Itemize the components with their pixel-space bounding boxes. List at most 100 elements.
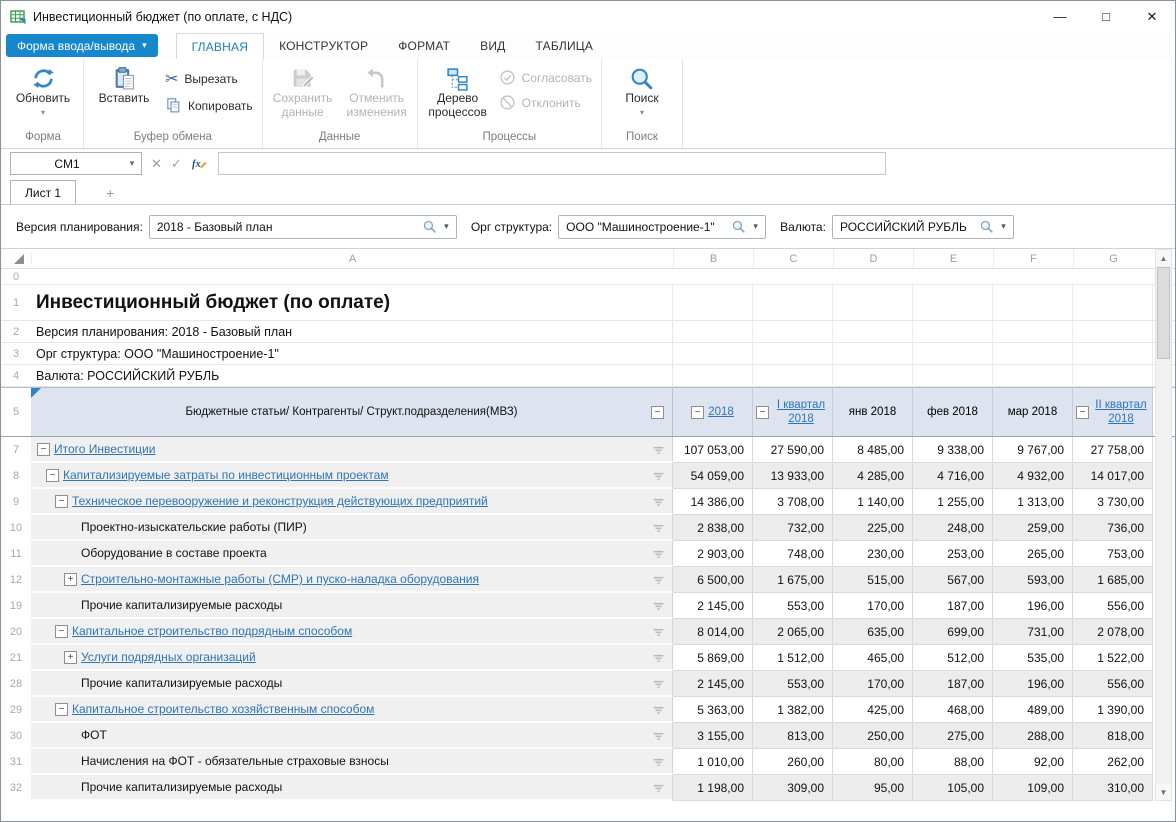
column-header-cell[interactable]: −I квартал 2018	[753, 388, 833, 436]
table-header-cell[interactable]: Бюджетные статьи/ Контрагенты/ Структ.по…	[31, 388, 673, 436]
value-cell[interactable]: 196,00	[993, 593, 1073, 619]
empty-cell[interactable]	[993, 285, 1073, 320]
info-cell[interactable]: Версия планирования: 2018 - Базовый план	[31, 321, 673, 342]
value-cell[interactable]: 8 014,00	[673, 619, 753, 645]
row-number[interactable]: 9	[1, 489, 31, 515]
value-cell[interactable]: 1 382,00	[753, 697, 833, 723]
value-cell[interactable]: 187,00	[913, 671, 993, 697]
row-number[interactable]: 28	[1, 671, 31, 697]
column-header-cell[interactable]: −2018	[673, 388, 753, 436]
filter-icon[interactable]	[652, 652, 665, 668]
vertical-scroll-track[interactable]	[1156, 360, 1171, 784]
collapse-toggle[interactable]: −	[691, 406, 704, 419]
value-cell[interactable]: 3 730,00	[1073, 489, 1153, 515]
paste-button[interactable]: Вставить	[87, 59, 161, 131]
value-cell[interactable]: 27 758,00	[1073, 437, 1153, 463]
value-cell[interactable]: 2 065,00	[753, 619, 833, 645]
period-link[interactable]: II квартал 2018	[1093, 398, 1149, 427]
empty-cell[interactable]	[753, 285, 833, 320]
value-cell[interactable]: 635,00	[833, 619, 913, 645]
value-cell[interactable]: 8 485,00	[833, 437, 913, 463]
form-io-button[interactable]: Форма ввода/вывода ▾	[6, 34, 158, 57]
value-cell[interactable]: 4 716,00	[913, 463, 993, 489]
empty-cell[interactable]	[913, 343, 993, 364]
value-cell[interactable]: 250,00	[833, 723, 913, 749]
process-tree-button[interactable]: Дерево процессов	[421, 59, 495, 131]
planning-version-combo[interactable]: 2018 - Базовый план▾	[149, 215, 457, 239]
empty-cell[interactable]	[833, 285, 913, 320]
row-label-link[interactable]: Итого Инвестиции	[54, 442, 155, 456]
empty-cell[interactable]	[673, 343, 753, 364]
empty-cell[interactable]	[753, 365, 833, 386]
value-cell[interactable]: 1 685,00	[1073, 567, 1153, 593]
empty-cell[interactable]	[1073, 321, 1153, 342]
row-number[interactable]: 30	[1, 723, 31, 749]
row-number[interactable]: 10	[1, 515, 31, 541]
value-cell[interactable]: 80,00	[833, 749, 913, 775]
period-link[interactable]: I квартал 2018	[773, 398, 829, 427]
collapse-toggle[interactable]: −	[1076, 406, 1089, 419]
value-cell[interactable]: 1 313,00	[993, 489, 1073, 515]
filter-icon[interactable]	[652, 548, 665, 564]
column-letter[interactable]: E	[913, 249, 993, 268]
row-number[interactable]: 21	[1, 645, 31, 671]
value-cell[interactable]: 95,00	[833, 775, 913, 801]
row-label-cell[interactable]: Прочие капитализируемые расходы	[31, 593, 673, 619]
row-number[interactable]: 11	[1, 541, 31, 567]
filter-icon[interactable]	[652, 704, 665, 720]
row-label-link[interactable]: Строительно-монтажные работы (СМР) и пус…	[81, 572, 479, 586]
select-all-corner[interactable]	[1, 249, 31, 268]
copy-button[interactable]: Копировать	[165, 97, 253, 114]
value-cell[interactable]: 310,00	[1073, 775, 1153, 801]
filter-icon[interactable]	[652, 574, 665, 590]
row-number[interactable]: 8	[1, 463, 31, 489]
value-cell[interactable]: 27 590,00	[753, 437, 833, 463]
row-number[interactable]: 4	[1, 365, 31, 386]
expand-toggle[interactable]: +	[64, 651, 77, 664]
sheet-tab-list1[interactable]: Лист 1	[10, 180, 76, 204]
filter-icon[interactable]	[652, 730, 665, 746]
row-label-cell[interactable]: +Строительно-монтажные работы (СМР) и пу…	[31, 567, 673, 593]
filter-icon[interactable]	[652, 522, 665, 538]
value-cell[interactable]: 593,00	[993, 567, 1073, 593]
formula-input[interactable]	[218, 152, 886, 175]
row-number[interactable]: 1	[1, 285, 31, 320]
cell-name-box[interactable]: CM1 ▾	[10, 152, 142, 175]
value-cell[interactable]: 818,00	[1073, 723, 1153, 749]
cut-button[interactable]: ✂Вырезать	[165, 69, 253, 89]
collapse-toggle[interactable]: −	[55, 625, 68, 638]
collapse-toggle[interactable]: −	[55, 703, 68, 716]
value-cell[interactable]: 6 500,00	[673, 567, 753, 593]
empty-cell[interactable]	[673, 285, 753, 320]
empty-cell[interactable]	[913, 285, 993, 320]
column-header-cell[interactable]: мар 2018	[993, 388, 1073, 436]
period-link[interactable]: 2018	[708, 405, 734, 419]
filter-icon[interactable]	[652, 756, 665, 772]
collapse-toggle[interactable]: −	[37, 443, 50, 456]
value-cell[interactable]: 556,00	[1073, 671, 1153, 697]
row-number[interactable]: 7	[1, 437, 31, 463]
value-cell[interactable]: 2 145,00	[673, 593, 753, 619]
empty-cell[interactable]	[913, 365, 993, 386]
close-button[interactable]: ✕	[1129, 1, 1175, 32]
value-cell[interactable]: 1 010,00	[673, 749, 753, 775]
vertical-scrollbar[interactable]: ▲ ▼	[1155, 249, 1172, 801]
row-label-cell[interactable]: +Услуги подрядных организаций	[31, 645, 673, 671]
value-cell[interactable]: 736,00	[1073, 515, 1153, 541]
value-cell[interactable]: 265,00	[993, 541, 1073, 567]
column-letter[interactable]: G	[1073, 249, 1153, 268]
empty-cell[interactable]	[673, 321, 753, 342]
collapse-toggle[interactable]: −	[651, 406, 664, 419]
empty-cell[interactable]	[1073, 343, 1153, 364]
ribbon-tab[interactable]: ВИД	[465, 33, 520, 59]
value-cell[interactable]: 105,00	[913, 775, 993, 801]
column-letter[interactable]: A	[31, 253, 673, 265]
value-cell[interactable]: 187,00	[913, 593, 993, 619]
value-cell[interactable]: 2 078,00	[1073, 619, 1153, 645]
row-label-cell[interactable]: Прочие капитализируемые расходы	[31, 671, 673, 697]
ribbon-tab[interactable]: ГЛАВНАЯ	[176, 33, 264, 59]
value-cell[interactable]: 1 675,00	[753, 567, 833, 593]
empty-cell[interactable]	[833, 365, 913, 386]
row-label-link[interactable]: Капитальное строительство хозяйственным …	[72, 702, 374, 716]
empty-cell[interactable]	[993, 365, 1073, 386]
